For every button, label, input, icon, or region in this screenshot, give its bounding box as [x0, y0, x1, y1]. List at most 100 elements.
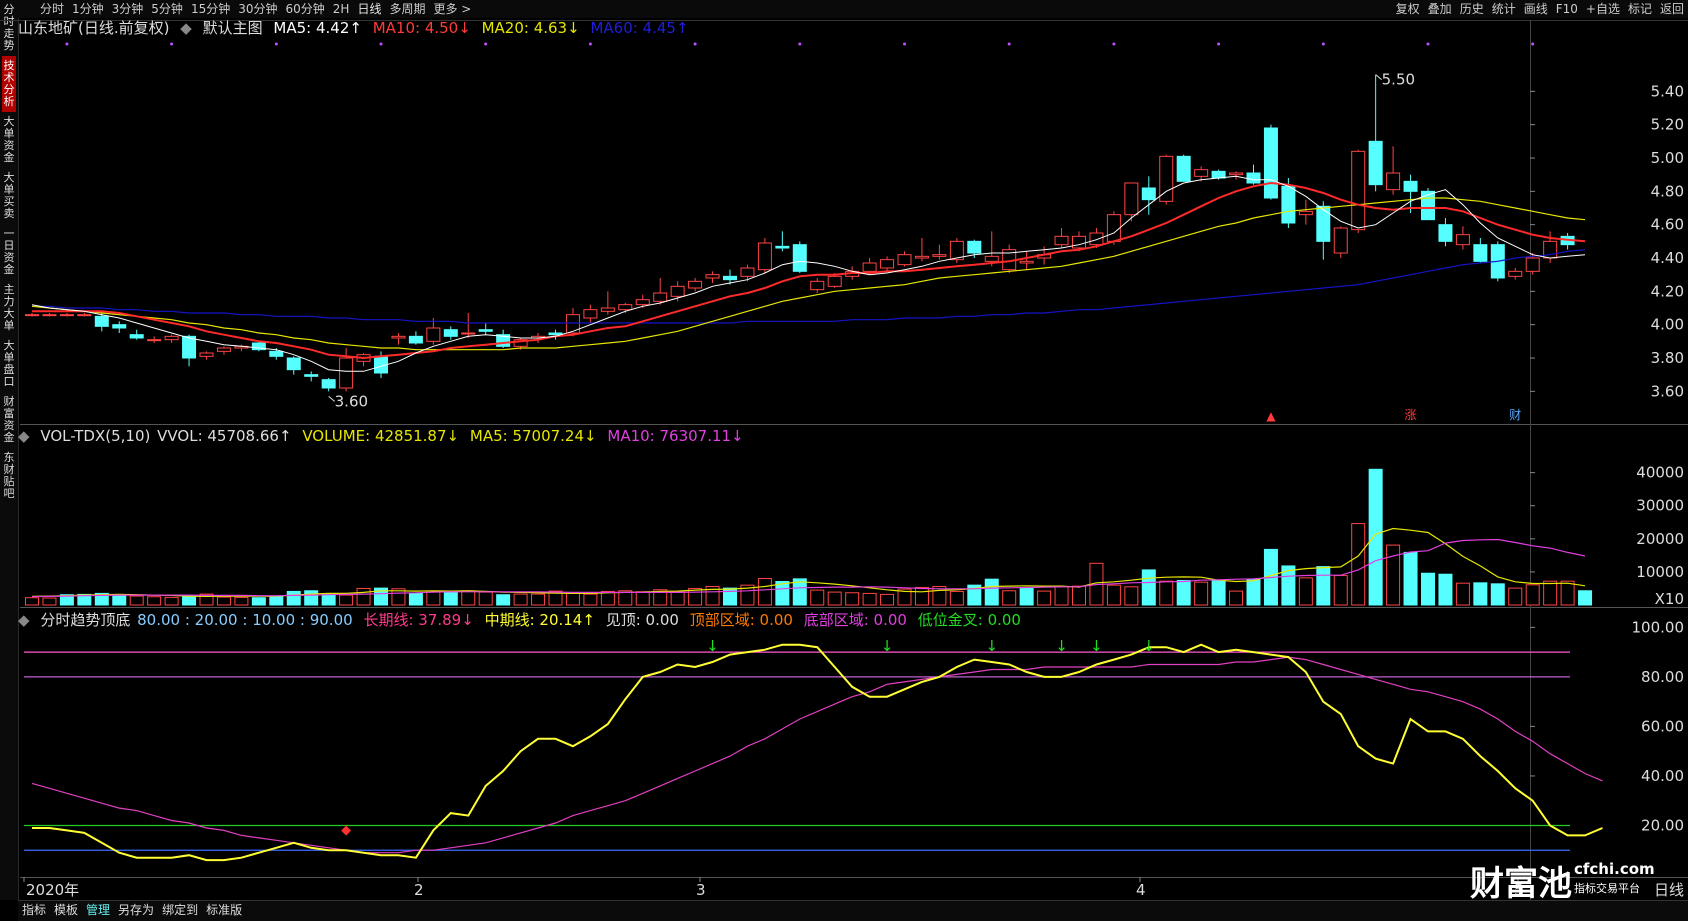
bottom-tab-0[interactable]: 指标 [18, 901, 50, 920]
vol-bar-35 [635, 591, 650, 606]
candle-body-50 [897, 254, 912, 266]
candle-body-33 [600, 307, 615, 312]
vol-bar-67 [1194, 581, 1209, 606]
vol-bar-9 [182, 595, 197, 606]
candle-body-36 [653, 292, 668, 302]
ma60-value: MA60: 4.45↑ [590, 19, 689, 37]
vol-bar-47 [845, 592, 860, 606]
candle-body-67 [1194, 169, 1209, 177]
vol-bar-66 [1176, 580, 1191, 606]
candle-body-72 [1281, 185, 1296, 224]
x-tick-label-0: 2020年 [26, 881, 79, 899]
vol-bar-7 [147, 596, 162, 606]
template-label[interactable]: 默认主图 [203, 19, 263, 37]
vol-bar-53 [949, 590, 964, 606]
event-marker-2: ▲ [1266, 409, 1276, 423]
signal-arrow-4: ↓ [1090, 637, 1103, 655]
candle-body-45 [810, 280, 825, 291]
candle-body-64 [1141, 187, 1156, 201]
vol-bar-58 [1037, 590, 1052, 606]
candle-body-73 [1298, 210, 1313, 216]
vol-bar-42 [757, 578, 772, 606]
gear-icon[interactable]: ◆ [180, 19, 192, 37]
vol-bar-45 [810, 589, 825, 606]
vvol-value: VVOL: 45708.66↑ [157, 427, 292, 445]
candle-body-60 [1072, 235, 1086, 249]
candle-body-61 [1089, 232, 1104, 246]
x-tick-label-1: 2 [414, 881, 424, 899]
candle-body-49 [880, 259, 895, 269]
vol-bar-29 [531, 593, 546, 606]
candle-body-81 [1438, 224, 1453, 242]
vol-bar-28 [513, 593, 528, 606]
vol-bar-83 [1473, 582, 1488, 606]
event-dot-2 [65, 42, 69, 46]
price-tick-label-7: 5.00 [1651, 149, 1684, 167]
bottom-tab-2[interactable]: 管理 [82, 901, 114, 920]
candle-body-71 [1263, 127, 1278, 199]
event-dot-74 [1321, 42, 1325, 46]
vol-bar-84 [1490, 583, 1505, 606]
candle-body-83 [1473, 244, 1488, 262]
high-price-label: 5.50 [1382, 71, 1415, 89]
vol-bar-70 [1246, 578, 1261, 606]
candle-body-55 [984, 255, 999, 262]
candle-body-18 [339, 357, 354, 389]
price-tick-label-5: 4.60 [1651, 216, 1684, 234]
candle-body-52 [932, 254, 947, 257]
signal-arrow-3: ↓ [1055, 637, 1068, 655]
low-price-label: 3.60 [335, 392, 368, 410]
ind-tick-label-3: 80.00 [1641, 668, 1684, 686]
vol-bar-26 [478, 591, 493, 606]
candle-body-66 [1176, 155, 1191, 182]
vol-bar-78 [1386, 544, 1401, 606]
bottom-tab-3[interactable]: 另存为 [114, 901, 158, 920]
vol-bar-1 [42, 597, 57, 606]
candle-body-1 [42, 314, 57, 317]
vol-ma5-value: MA5: 57007.24↓ [469, 427, 597, 445]
candle-body-4 [94, 315, 109, 327]
candle-body-26 [478, 329, 493, 332]
price-tick-label-3: 4.20 [1651, 282, 1684, 300]
ma20-value: MA20: 4.63↓ [481, 19, 580, 37]
bottom-tab-1[interactable]: 模板 [50, 901, 82, 920]
candle-body-79 [1403, 180, 1418, 192]
event-marker-0: 涨 [1405, 407, 1417, 422]
vol-bar-75 [1333, 575, 1348, 606]
candle-body-17 [321, 379, 336, 389]
price-tick-label-8: 5.20 [1651, 116, 1684, 134]
vol-bar-79 [1403, 551, 1418, 606]
vol-bar-85 [1508, 587, 1523, 606]
bottom-tab-5[interactable]: 标准版 [202, 901, 246, 920]
candle-body-70 [1246, 172, 1261, 184]
bottom-tab-4[interactable]: 绑定到 [158, 901, 202, 920]
vol-bar-89 [1578, 590, 1593, 606]
ind-tick-label-4: 100.00 [1632, 618, 1685, 636]
top-value: 见顶: 0.00 [605, 611, 679, 629]
vol-bar-14 [269, 595, 284, 606]
candle-body-51 [914, 255, 929, 259]
gear-icon[interactable]: ◆ [18, 427, 30, 445]
candle-body-34 [618, 304, 633, 311]
x-tick-label-3: 4 [1136, 881, 1146, 899]
vol-name[interactable]: VOL-TDX(5,10) [40, 427, 150, 445]
x-tick-label-2: 3 [696, 881, 706, 899]
vol-bar-63 [1124, 586, 1139, 606]
vol-bar-23 [426, 590, 441, 606]
vol-bar-57 [1019, 587, 1034, 606]
ind-params: 80.00 : 20.00 : 10.00 : 90.00 [137, 611, 353, 629]
candle-body-10 [199, 352, 214, 357]
vol-tick-label-1: 20000 [1636, 530, 1684, 548]
vol-bar-60 [1072, 585, 1086, 606]
ind-name[interactable]: 分时趋势顶底 [40, 611, 130, 629]
gear-icon[interactable]: ◆ [18, 611, 30, 629]
long-line [31, 656, 1603, 854]
candle-body-0 [25, 314, 39, 317]
event-dot-38 [693, 42, 697, 46]
stock-chart[interactable]: 3.60 3.80 4.00 4.20 4.40 4.60 4.80 5.00 5.20 5.40… [0, 0, 1688, 900]
ind-tick-label-2: 60.00 [1641, 717, 1684, 735]
event-dot-50 [903, 42, 906, 46]
event-dot-56 [1007, 42, 1011, 46]
main-panel-header: 山东地矿(日线.前复权) ◆ 默认主图 MA5: 4.42↑ MA10: 4.5… [18, 17, 695, 38]
vol-bar-46 [827, 591, 842, 606]
